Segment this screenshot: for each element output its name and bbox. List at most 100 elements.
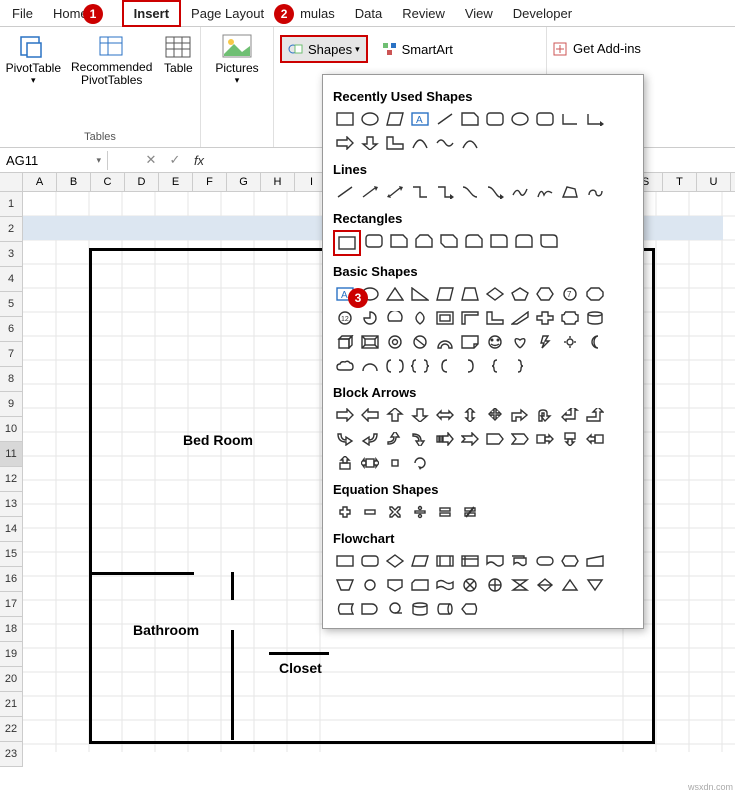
shape-parallelogram-icon[interactable]: [433, 283, 457, 305]
shape-pentagon-icon[interactable]: [508, 283, 532, 305]
shape-arrow-curved-up-icon[interactable]: [383, 428, 407, 450]
shape-elbow-arrow-icon[interactable]: [433, 181, 457, 203]
tab-data[interactable]: Data: [345, 2, 392, 25]
shape-flow-multidoc-icon[interactable]: [508, 550, 532, 572]
shape-rectangle-icon[interactable]: [333, 108, 357, 130]
shape-frame-icon[interactable]: [433, 307, 457, 329]
shape-freeform-icon[interactable]: [558, 181, 582, 203]
row-header[interactable]: 17: [0, 592, 22, 617]
row-header[interactable]: 12: [0, 467, 22, 492]
shape-arrow-curved-down-icon[interactable]: [408, 428, 432, 450]
shape-l-shape-icon[interactable]: [383, 132, 407, 154]
tab-page-layout[interactable]: Page Layout: [181, 2, 274, 25]
shape-equal-sign-icon[interactable]: [433, 501, 457, 523]
shape-multiply-sign-icon[interactable]: [383, 501, 407, 523]
shape-arrow-callout-leftright-icon[interactable]: [358, 452, 382, 474]
pivottable-button[interactable]: PivotTable ▾: [2, 31, 65, 89]
shape-flow-preparation-icon[interactable]: [558, 550, 582, 572]
shape-trapezoid-icon[interactable]: [458, 283, 482, 305]
shape-cube-icon[interactable]: [333, 331, 357, 353]
shape-curved-arrow-icon[interactable]: [483, 181, 507, 203]
row-header[interactable]: 6: [0, 317, 22, 342]
tab-developer[interactable]: Developer: [503, 2, 582, 25]
shape-triangle-icon[interactable]: [383, 283, 407, 305]
row-header[interactable]: 5: [0, 292, 22, 317]
tab-home[interactable]: Home 1: [43, 2, 98, 25]
shape-plaque-icon[interactable]: [558, 307, 582, 329]
get-addins-button[interactable]: Get Add-ins: [553, 41, 641, 56]
shape-arrow-quad-icon[interactable]: [483, 404, 507, 426]
col-header[interactable]: E: [159, 173, 193, 191]
row-header[interactable]: 9: [0, 392, 22, 417]
row-header[interactable]: 21: [0, 692, 22, 717]
shape-block-arc-icon[interactable]: [433, 331, 457, 353]
shape-oval-icon[interactable]: [508, 108, 532, 130]
shape-arrow-down-icon[interactable]: [358, 132, 382, 154]
shape-arrow-callout-up-icon[interactable]: [333, 452, 357, 474]
shape-flow-card-icon[interactable]: [408, 574, 432, 596]
shape-flow-decision-icon[interactable]: [383, 550, 407, 572]
row-header[interactable]: 23: [0, 742, 22, 767]
shape-right-triangle-icon[interactable]: [408, 283, 432, 305]
shape-round-diag-icon[interactable]: [537, 230, 561, 252]
shape-curved-connector-icon[interactable]: [458, 181, 482, 203]
shape-flow-display-icon[interactable]: [458, 598, 482, 620]
shape-arc-icon[interactable]: [358, 355, 382, 377]
shape-oval-icon[interactable]: [358, 108, 382, 130]
shape-right-brace-icon[interactable]: [508, 355, 532, 377]
shape-diagonal-stripe-icon[interactable]: [508, 307, 532, 329]
fx-icon[interactable]: fx: [190, 153, 208, 168]
shape-lightning-icon[interactable]: [533, 331, 557, 353]
shape-arrow-bent-icon[interactable]: [508, 404, 532, 426]
shape-folded-corner-icon[interactable]: [458, 108, 482, 130]
shape-flow-seq-access-icon[interactable]: [383, 598, 407, 620]
shape-elbow-connector-icon[interactable]: [558, 108, 582, 130]
shape-arrow-callout-left-icon[interactable]: [583, 428, 607, 450]
shape-flow-alt-process-icon[interactable]: [358, 550, 382, 572]
shape-arrow-up-icon[interactable]: [383, 404, 407, 426]
shape-chevron-icon[interactable]: [508, 428, 532, 450]
shape-bevel-icon[interactable]: [358, 331, 382, 353]
shape-dodecagon-icon[interactable]: 12: [333, 307, 357, 329]
shape-scribble-icon[interactable]: [533, 181, 557, 203]
recommended-pivottables-button[interactable]: Recommended PivotTables: [67, 31, 156, 89]
row-header[interactable]: 15: [0, 542, 22, 567]
row-header[interactable]: 20: [0, 667, 22, 692]
shape-double-brace-icon[interactable]: [408, 355, 432, 377]
shape-plus-sign-icon[interactable]: [333, 501, 357, 523]
shape-textbox-icon[interactable]: A: [408, 108, 432, 130]
name-box[interactable]: AG11 ▾: [0, 151, 108, 170]
row-header[interactable]: 18: [0, 617, 22, 642]
shape-snip-diag-icon[interactable]: [437, 230, 461, 252]
shape-arrow-curved-left-icon[interactable]: [358, 428, 382, 450]
shape-line-icon[interactable]: [433, 108, 457, 130]
shape-flow-sort-icon[interactable]: [533, 574, 557, 596]
shape-elbow-connector-icon[interactable]: [408, 181, 432, 203]
shape-cloud-icon[interactable]: [333, 355, 357, 377]
shape-arc-icon[interactable]: [458, 132, 482, 154]
tab-view[interactable]: View: [455, 2, 503, 25]
row-header[interactable]: 2: [0, 217, 22, 242]
shape-pentagon-arrow-icon[interactable]: [483, 428, 507, 450]
shape-not-equal-sign-icon[interactable]: [458, 501, 482, 523]
shape-flow-internal-storage-icon[interactable]: [458, 550, 482, 572]
shape-left-brace-icon[interactable]: [483, 355, 507, 377]
shape-chord-icon[interactable]: [383, 307, 407, 329]
shape-minus-sign-icon[interactable]: [358, 501, 382, 523]
col-header[interactable]: U: [697, 173, 731, 191]
shape-arrow-callout-down-icon[interactable]: [558, 428, 582, 450]
col-header[interactable]: G: [227, 173, 261, 191]
shape-arrow-notched-icon[interactable]: [458, 428, 482, 450]
row-header[interactable]: 22: [0, 717, 22, 742]
shape-arrow-curved-right-icon[interactable]: [333, 428, 357, 450]
table-button[interactable]: Table: [158, 31, 198, 89]
col-header[interactable]: F: [193, 173, 227, 191]
col-header[interactable]: A: [23, 173, 57, 191]
shape-moon-icon[interactable]: [583, 331, 607, 353]
shape-hexagon-icon[interactable]: [533, 283, 557, 305]
shape-smiley-icon[interactable]: [483, 331, 507, 353]
row-header[interactable]: 4: [0, 267, 22, 292]
col-header[interactable]: C: [91, 173, 125, 191]
shape-arrow-leftright-icon[interactable]: [433, 404, 457, 426]
shape-flow-punched-tape-icon[interactable]: [433, 574, 457, 596]
